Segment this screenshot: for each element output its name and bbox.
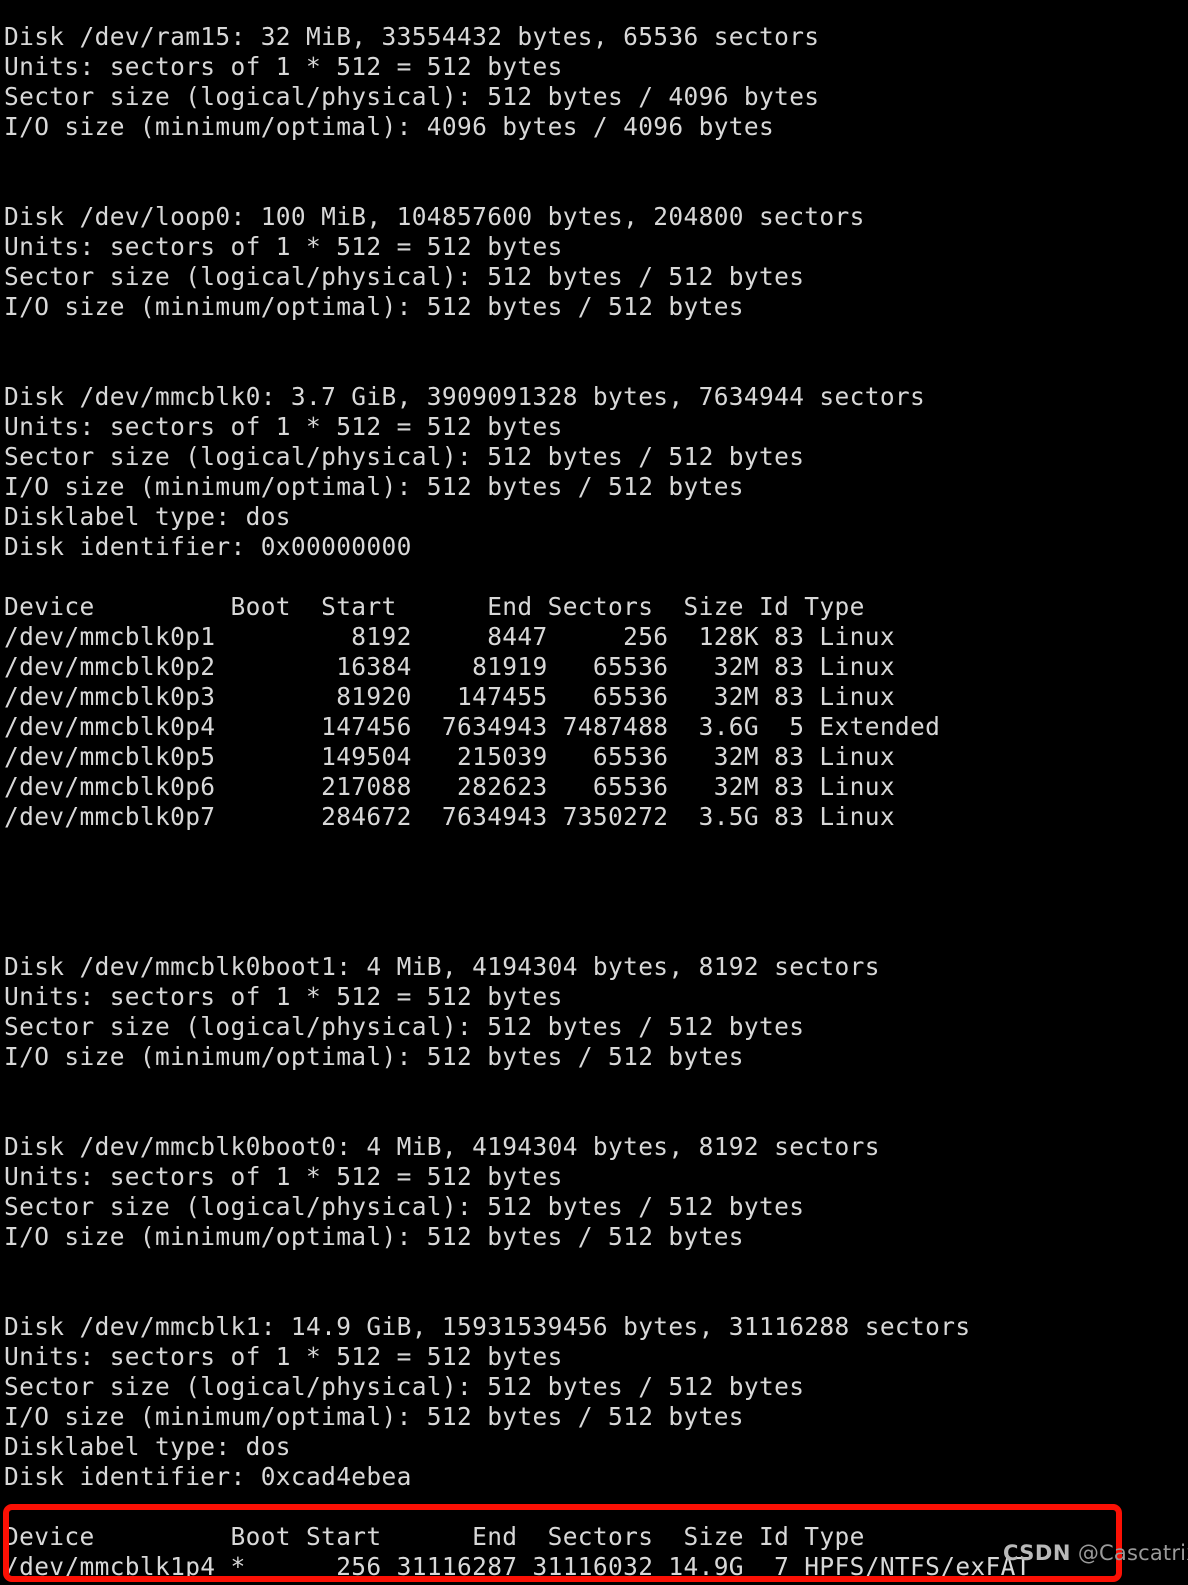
terminal-line: Units: sectors of 1 * 512 = 512 bytes [4,412,563,441]
terminal-line: I/O size (minimum/optimal): 512 bytes / … [4,1402,744,1431]
terminal-line: /dev/mmcblk0p2 16384 81919 65536 32M 83 … [4,652,895,681]
terminal-line: Disk /dev/mmcblk1: 14.9 GiB, 15931539456… [4,1312,971,1341]
terminal-line: I/O size (minimum/optimal): 512 bytes / … [4,1042,744,1071]
terminal-line: /dev/mmcblk0p3 81920 147455 65536 32M 83… [4,682,895,711]
terminal-line: Sector size (logical/physical): 512 byte… [4,1012,805,1041]
terminal-line: Disk identifier: 0xcad4ebea [4,1462,412,1491]
terminal-line: Disk /dev/ram15: 32 MiB, 33554432 bytes,… [4,22,820,51]
terminal-line: Sector size (logical/physical): 512 byte… [4,262,805,291]
terminal-line: I/O size (minimum/optimal): 4096 bytes /… [4,112,775,141]
terminal-line: Units: sectors of 1 * 512 = 512 bytes [4,1342,563,1371]
terminal-line: Disklabel type: dos [4,1432,291,1461]
terminal-line: /dev/mmcblk0p7 284672 7634943 7350272 3.… [4,802,895,831]
terminal-line: Sector size (logical/physical): 512 byte… [4,82,820,111]
terminal-line: Disk identifier: 0x00000000 [4,532,412,561]
terminal-line: Disklabel type: dos [4,502,291,531]
terminal-line: Device Boot Start End Sectors Size Id Ty… [4,1522,865,1551]
terminal-line: Sector size (logical/physical): 512 byte… [4,442,805,471]
terminal-line: I/O size (minimum/optimal): 512 bytes / … [4,292,744,321]
terminal-line: /dev/mmcblk0p5 149504 215039 65536 32M 8… [4,742,895,771]
terminal-line: Disk /dev/mmcblk0: 3.7 GiB, 3909091328 b… [4,382,926,411]
terminal-line: Units: sectors of 1 * 512 = 512 bytes [4,52,563,81]
terminal-line: Units: sectors of 1 * 512 = 512 bytes [4,982,563,1011]
terminal-line: Units: sectors of 1 * 512 = 512 bytes [4,232,563,261]
terminal-output: Disk /dev/ram15: 32 MiB, 33554432 bytes,… [0,0,1188,1585]
terminal-line: Sector size (logical/physical): 512 byte… [4,1372,805,1401]
terminal-line: /dev/mmcblk0p4 147456 7634943 7487488 3.… [4,712,941,741]
terminal-line: /dev/mmcblk0p6 217088 282623 65536 32M 8… [4,772,895,801]
terminal-line: I/O size (minimum/optimal): 512 bytes / … [4,1222,744,1251]
terminal-line: Units: sectors of 1 * 512 = 512 bytes [4,1162,563,1191]
terminal-line: I/O size (minimum/optimal): 512 bytes / … [4,472,744,501]
terminal-line: Disk /dev/loop0: 100 MiB, 104857600 byte… [4,202,865,231]
terminal-line: /dev/mmcblk0p1 8192 8447 256 128K 83 Lin… [4,622,895,651]
terminal-line: Disk /dev/mmcblk0boot0: 4 MiB, 4194304 b… [4,1132,880,1161]
terminal-line: Device Boot Start End Sectors Size Id Ty… [4,592,865,621]
terminal-line: Sector size (logical/physical): 512 byte… [4,1192,805,1221]
terminal-line: /dev/mmcblk1p4 * 256 31116287 31116032 1… [4,1552,1031,1581]
terminal-line: Disk /dev/mmcblk0boot1: 4 MiB, 4194304 b… [4,952,880,981]
